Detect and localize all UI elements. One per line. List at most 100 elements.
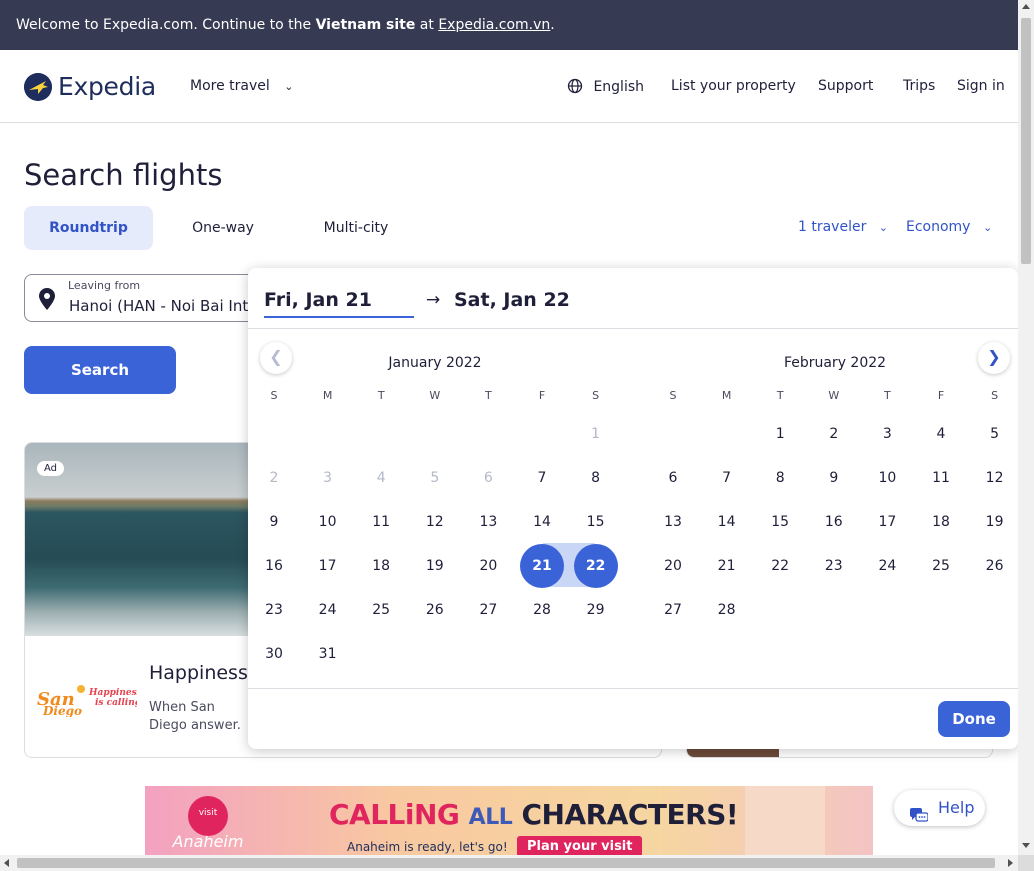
calendar-day[interactable]: 11 — [359, 500, 403, 544]
vertical-scrollbar[interactable] — [1018, 0, 1034, 855]
plan-visit-button[interactable]: Plan your visit — [517, 836, 643, 856]
calendar-day[interactable]: 13 — [466, 500, 510, 544]
calendar-day[interactable]: 10 — [865, 456, 909, 500]
calendar-day[interactable]: 15 — [574, 500, 618, 544]
anaheim-visit-text: visit — [198, 808, 218, 818]
tab-multi-city[interactable]: Multi-city — [293, 206, 419, 250]
calendar-day[interactable]: 22 — [758, 544, 802, 588]
calendar-day[interactable]: 13 — [651, 500, 695, 544]
calendar-day[interactable]: 7 — [520, 456, 564, 500]
tab-roundtrip[interactable]: Roundtrip — [24, 206, 153, 250]
scroll-up-icon[interactable] — [1022, 4, 1030, 9]
calendar-day[interactable]: 27 — [651, 588, 695, 632]
support-link[interactable]: Support — [818, 78, 873, 94]
calendar-day[interactable]: 16 — [812, 500, 856, 544]
calendar-day[interactable]: 4 — [919, 412, 963, 456]
search-button[interactable]: Search — [24, 346, 176, 394]
calendar-day: 6 — [483, 470, 493, 486]
tab-one-way[interactable]: One-way — [160, 206, 286, 250]
vertical-scroll-thumb[interactable] — [1021, 18, 1031, 264]
calendar-day[interactable]: 8 — [758, 456, 802, 500]
calendar-day[interactable]: 28 — [705, 588, 749, 632]
calendar-day[interactable]: 31 — [306, 632, 350, 676]
calendar-day[interactable]: 5 — [973, 412, 1017, 456]
scrollbar-corner — [1018, 855, 1034, 871]
calendar-day[interactable]: 25 — [919, 544, 963, 588]
chevron-left-icon: ❮ — [269, 347, 283, 366]
more-travel-menu[interactable]: More travel ⌄ — [190, 78, 293, 94]
ad-description: When San Diego answer. — [149, 700, 241, 733]
end-date-field[interactable]: Sat, Jan 22 — [454, 289, 570, 311]
travelers-dropdown[interactable]: 1 traveler ⌄ — [798, 219, 888, 235]
calendar-day[interactable]: 8 — [574, 456, 618, 500]
previous-month-button[interactable]: ❮ — [260, 342, 292, 374]
calendar-day[interactable]: 21 — [520, 544, 564, 588]
calendar-day[interactable]: 15 — [758, 500, 802, 544]
list-property-link[interactable]: List your property — [671, 78, 796, 94]
calendar-day[interactable]: 19 — [413, 544, 457, 588]
weekday-label: S — [669, 389, 677, 402]
calendar-day[interactable]: 17 — [306, 544, 350, 588]
cabin-class-dropdown[interactable]: Economy ⌄ — [906, 219, 992, 235]
calendar-day[interactable]: 26 — [413, 588, 457, 632]
done-button[interactable]: Done — [938, 701, 1010, 737]
calendar-day[interactable]: 21 — [705, 544, 749, 588]
scroll-down-icon[interactable] — [1022, 843, 1030, 848]
next-month-button[interactable]: ❯ — [978, 342, 1010, 374]
calendar-day[interactable]: 18 — [919, 500, 963, 544]
travelers-label: 1 traveler — [798, 219, 867, 235]
calendar-day[interactable]: 23 — [812, 544, 856, 588]
calendar-day[interactable]: 12 — [973, 456, 1017, 500]
weekday-label: W — [828, 389, 840, 402]
notice-site-link[interactable]: Expedia.com.vn — [438, 17, 550, 33]
calendar-day[interactable]: 22 — [573, 544, 618, 588]
chevron-down-icon: ⌄ — [982, 221, 993, 234]
sign-in-link[interactable]: Sign in — [957, 78, 1005, 94]
scroll-left-icon[interactable] — [4, 859, 9, 867]
calendar-day[interactable]: 1 — [758, 412, 802, 456]
calendar-day[interactable]: 9 — [252, 500, 296, 544]
calendar-day[interactable]: 25 — [359, 588, 403, 632]
start-date-field[interactable]: Fri, Jan 21 — [264, 289, 414, 318]
calendar-day[interactable]: 24 — [306, 588, 350, 632]
horizontal-scrollbar[interactable] — [0, 855, 1018, 871]
calendar-day[interactable]: 16 — [252, 544, 296, 588]
calendar-day[interactable]: 6 — [651, 456, 695, 500]
scroll-right-icon[interactable] — [1008, 859, 1013, 867]
calendar-day[interactable]: 24 — [865, 544, 909, 588]
calendar-day[interactable]: 11 — [919, 456, 963, 500]
calendar-day[interactable]: 9 — [812, 456, 856, 500]
calendar-day[interactable]: 20 — [651, 544, 695, 588]
calendar-day[interactable]: 7 — [705, 456, 749, 500]
calendar-day: 1 — [591, 426, 601, 442]
calendar-day[interactable]: 14 — [705, 500, 749, 544]
calendar-day[interactable]: 3 — [865, 412, 909, 456]
calendar-day[interactable]: 28 — [520, 588, 564, 632]
horizontal-scroll-thumb[interactable] — [17, 858, 995, 868]
promo-calling: CALLiNG — [329, 798, 460, 831]
calendar-day[interactable]: 30 — [252, 632, 296, 676]
calendar-day[interactable]: 14 — [520, 500, 564, 544]
calendar-day[interactable]: 2 — [812, 412, 856, 456]
calendar-day[interactable]: 20 — [466, 544, 510, 588]
anaheim-promo-banner[interactable]: visit Anaheim CALLiNG ALL CHARACTERS! An… — [145, 786, 873, 856]
help-button[interactable]: Help — [894, 790, 985, 826]
promo-characters: CHARACTERS! — [521, 798, 739, 831]
calendar-day[interactable]: 27 — [466, 588, 510, 632]
leaving-from-value: Hanoi (HAN - Noi Bai Intl.) — [69, 297, 264, 315]
arrow-right-icon: → — [426, 290, 441, 310]
calendar-day[interactable]: 19 — [973, 500, 1017, 544]
calendar-day[interactable]: 18 — [359, 544, 403, 588]
calendar-day[interactable]: 12 — [413, 500, 457, 544]
leaving-from-field[interactable]: Leaving from Hanoi (HAN - Noi Bai Intl.) — [24, 274, 264, 322]
trips-link[interactable]: Trips — [903, 78, 935, 94]
calendar-day[interactable]: 29 — [574, 588, 618, 632]
calendar-day[interactable]: 26 — [973, 544, 1017, 588]
calendar-day[interactable]: 23 — [252, 588, 296, 632]
language-selector[interactable]: English — [567, 78, 644, 95]
cabin-class-label: Economy — [906, 219, 971, 235]
expedia-logo[interactable]: Expedia — [24, 72, 156, 101]
calendar-day[interactable]: 10 — [306, 500, 350, 544]
page-title: Search flights — [24, 158, 223, 192]
calendar-day[interactable]: 17 — [865, 500, 909, 544]
